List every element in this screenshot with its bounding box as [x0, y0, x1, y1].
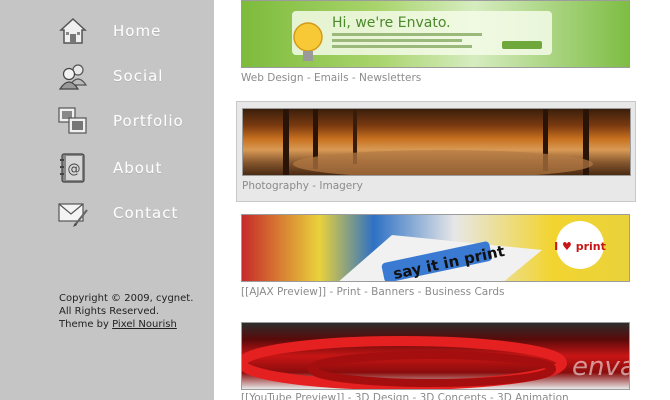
nav-home[interactable]: Home: [58, 14, 198, 48]
home-icon: [58, 16, 88, 46]
address-book-icon: @: [58, 153, 88, 183]
work-caption: [[AJAX Preview]] - Print - Banners - Bus…: [241, 286, 505, 298]
work-item-print[interactable]: say it in print I ♥ print [[AJAX Preview…: [236, 210, 636, 302]
thumbnail-3d[interactable]: envato: [241, 322, 630, 390]
nav-social-label: Social: [113, 67, 164, 85]
print-badge-text: I ♥ print: [554, 240, 606, 253]
nav-contact[interactable]: Contact: [58, 196, 198, 230]
users-icon: [58, 61, 88, 91]
nav-social[interactable]: Social: [58, 59, 198, 93]
work-item-web[interactable]: Hi, we're Envato. Web Design - Emails - …: [236, 0, 636, 88]
envato-watermark: envato: [572, 352, 630, 382]
nav-about[interactable]: @ About: [58, 151, 198, 185]
thumbnail-web-design[interactable]: Hi, we're Envato.: [241, 0, 630, 68]
nav-about-label: About: [113, 159, 163, 177]
copyright-line: Copyright © 2009, cygnet.: [59, 293, 194, 304]
envato-greeting: Hi, we're Envato.: [332, 15, 451, 31]
thumbnail-photography[interactable]: [242, 108, 631, 176]
mail-icon: [58, 198, 88, 228]
svg-text:@: @: [68, 162, 81, 177]
theme-credit: Theme by Pixel Nourish: [59, 318, 193, 331]
work-item-photography[interactable]: Photography - Imagery: [236, 101, 636, 202]
nav-portfolio-label: Portfolio: [113, 112, 184, 130]
thumbnail-print[interactable]: say it in print I ♥ print: [241, 214, 630, 282]
work-caption: Web Design - Emails - Newsletters: [241, 72, 422, 84]
sidebar: Home Social Portfolio @ About Contact Co…: [0, 0, 214, 400]
rights-line: All Rights Reserved.: [59, 306, 160, 317]
work-item-3d[interactable]: envato [[YouTube Preview]] - 3D Design -…: [236, 318, 636, 400]
photos-icon: [58, 106, 88, 136]
theme-by-label: Theme by: [59, 319, 109, 330]
nav-home-label: Home: [113, 22, 162, 40]
work-caption: [[YouTube Preview]] - 3D Design - 3D Con…: [241, 392, 569, 400]
nav-contact-label: Contact: [113, 204, 179, 222]
copyright: Copyright © 2009, cygnet. All Rights Res…: [59, 292, 193, 331]
nav-portfolio[interactable]: Portfolio: [58, 104, 198, 138]
work-caption: Photography - Imagery: [242, 180, 363, 192]
theme-author-link[interactable]: Pixel Nourish: [112, 319, 177, 330]
